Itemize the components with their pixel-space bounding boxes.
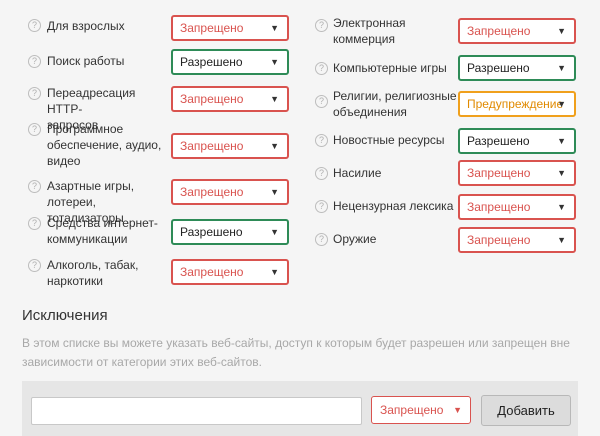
chevron-down-icon: ▼ bbox=[270, 187, 279, 197]
select-value: Разрешено bbox=[467, 61, 530, 75]
help-icon[interactable]: ? bbox=[315, 95, 328, 108]
category-label: Алкоголь, табак, наркотики bbox=[47, 258, 139, 288]
select-value: Запрещено bbox=[467, 200, 531, 214]
category-select[interactable]: Разрешено ▼ bbox=[458, 128, 576, 154]
category-select[interactable]: Запрещено ▼ bbox=[171, 179, 289, 205]
help-icon[interactable]: ? bbox=[315, 167, 328, 180]
help-icon[interactable]: ? bbox=[28, 123, 41, 136]
category-label: Нецензурная лексика bbox=[333, 199, 454, 213]
help-icon[interactable]: ? bbox=[315, 200, 328, 213]
select-value: Запрещено bbox=[180, 139, 244, 153]
select-value: Запрещено bbox=[380, 403, 444, 417]
select-value: Предупреждение bbox=[467, 97, 564, 111]
chevron-down-icon: ▼ bbox=[557, 136, 566, 146]
help-icon[interactable]: ? bbox=[28, 19, 41, 32]
chevron-down-icon: ▼ bbox=[557, 168, 566, 178]
help-icon[interactable]: ? bbox=[315, 134, 328, 147]
chevron-down-icon: ▼ bbox=[270, 267, 279, 277]
chevron-down-icon: ▼ bbox=[557, 235, 566, 245]
chevron-down-icon: ▼ bbox=[270, 94, 279, 104]
select-value: Запрещено bbox=[180, 265, 244, 279]
select-value: Разрешено bbox=[180, 55, 243, 69]
help-icon[interactable]: ? bbox=[28, 87, 41, 100]
category-label: Электронная коммерция bbox=[333, 16, 406, 46]
category-select[interactable]: Запрещено ▼ bbox=[458, 227, 576, 253]
select-value: Запрещено bbox=[467, 24, 531, 38]
category-select[interactable]: Запрещено ▼ bbox=[171, 86, 289, 112]
category-select[interactable]: Запрещено ▼ bbox=[171, 259, 289, 285]
help-icon[interactable]: ? bbox=[28, 55, 41, 68]
exceptions-description: В этом списке вы можете указать веб-сайт… bbox=[22, 336, 570, 369]
exceptions-form: Запрещено ▼ Добавить bbox=[22, 381, 578, 436]
chevron-down-icon: ▼ bbox=[270, 227, 279, 237]
chevron-down-icon: ▼ bbox=[557, 26, 566, 36]
category-select[interactable]: Запрещено ▼ bbox=[171, 15, 289, 41]
category-label: Компьютерные игры bbox=[333, 61, 447, 75]
category-select[interactable]: Запрещено ▼ bbox=[458, 160, 576, 186]
exception-site-input[interactable] bbox=[31, 397, 362, 425]
add-exception-button[interactable]: Добавить bbox=[481, 395, 571, 426]
category-label: Поиск работы bbox=[47, 54, 125, 68]
help-icon[interactable]: ? bbox=[28, 217, 41, 230]
category-label: Религии, религиозные объединения bbox=[333, 89, 457, 119]
select-value: Запрещено bbox=[180, 92, 244, 106]
help-icon[interactable]: ? bbox=[315, 62, 328, 75]
chevron-down-icon: ▼ bbox=[557, 99, 566, 109]
chevron-down-icon: ▼ bbox=[453, 405, 462, 415]
category-select[interactable]: Предупреждение ▼ bbox=[458, 91, 576, 117]
chevron-down-icon: ▼ bbox=[557, 202, 566, 212]
help-icon[interactable]: ? bbox=[28, 180, 41, 193]
help-icon[interactable]: ? bbox=[28, 259, 41, 272]
category-select[interactable]: Разрешено ▼ bbox=[171, 49, 289, 75]
help-icon[interactable]: ? bbox=[315, 233, 328, 246]
category-select[interactable]: Разрешено ▼ bbox=[458, 55, 576, 81]
category-label: Средства интернет- коммуникации bbox=[47, 216, 158, 246]
category-label: Программное обеспечение, аудио, видео bbox=[47, 122, 162, 168]
help-icon[interactable]: ? bbox=[315, 19, 328, 32]
category-select[interactable]: Запрещено ▼ bbox=[458, 18, 576, 44]
exceptions-title: Исключения bbox=[22, 307, 108, 324]
exception-access-select[interactable]: Запрещено ▼ bbox=[371, 396, 471, 424]
chevron-down-icon: ▼ bbox=[557, 63, 566, 73]
chevron-down-icon: ▼ bbox=[270, 23, 279, 33]
category-label: Для взрослых bbox=[47, 19, 125, 33]
category-label: Оружие bbox=[333, 232, 377, 246]
chevron-down-icon: ▼ bbox=[270, 57, 279, 67]
select-value: Запрещено bbox=[180, 21, 244, 35]
category-label: Насилие bbox=[333, 166, 382, 180]
category-select[interactable]: Запрещено ▼ bbox=[458, 194, 576, 220]
select-value: Разрешено bbox=[180, 225, 243, 239]
select-value: Запрещено bbox=[180, 185, 244, 199]
select-value: Разрешено bbox=[467, 134, 530, 148]
category-select[interactable]: Запрещено ▼ bbox=[171, 133, 289, 159]
select-value: Запрещено bbox=[467, 166, 531, 180]
category-select[interactable]: Разрешено ▼ bbox=[171, 219, 289, 245]
chevron-down-icon: ▼ bbox=[270, 141, 279, 151]
category-label: Новостные ресурсы bbox=[333, 133, 445, 147]
select-value: Запрещено bbox=[467, 233, 531, 247]
